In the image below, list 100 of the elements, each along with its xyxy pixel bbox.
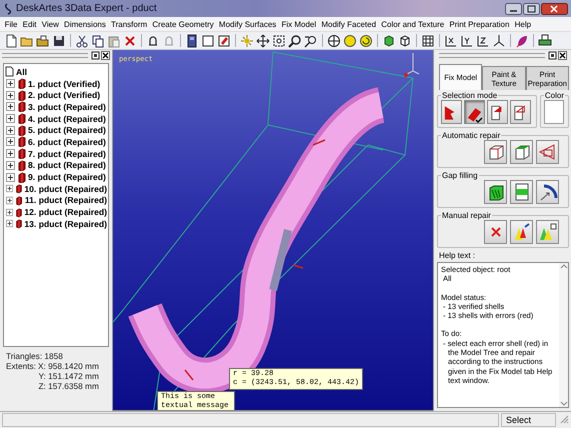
- circle-icon: [343, 34, 357, 48]
- toolbar-button[interactable]: [271, 32, 287, 48]
- toolbar-button[interactable]: [537, 32, 553, 48]
- maximize-icon: [523, 2, 540, 14]
- menu-item[interactable]: Dimensions: [61, 20, 108, 28]
- toolbar-button[interactable]: [420, 32, 436, 48]
- selection-mode-button[interactable]: [487, 100, 508, 124]
- shell-icon: [17, 148, 26, 160]
- tree-item[interactable]: 10. pduct (Repaired): [24, 184, 107, 194]
- menu-item[interactable]: Fix Model: [278, 20, 319, 28]
- scrollbar[interactable]: [559, 263, 568, 407]
- repair-button[interactable]: [510, 140, 533, 164]
- shell-icon: [17, 160, 26, 171]
- tree-item[interactable]: 8. pduct (Repaired): [28, 160, 106, 170]
- window-title: DeskArtes 3Data Expert - pduct: [16, 3, 158, 14]
- move-icon: [256, 34, 270, 48]
- toolbar-button[interactable]: [326, 32, 342, 48]
- axes-icon: [492, 34, 506, 48]
- color-swatch[interactable]: [544, 100, 564, 124]
- group-title: Automatic repair: [441, 131, 502, 140]
- shell-icon: [17, 124, 26, 136]
- save-icon: [52, 34, 66, 48]
- group-title: Color: [544, 91, 565, 100]
- minimize-icon: [505, 2, 522, 14]
- x-axis-icon: [444, 34, 458, 48]
- menu-item[interactable]: File: [2, 20, 20, 28]
- copy-icon: [91, 34, 105, 48]
- y-axis-icon: [460, 34, 474, 48]
- new-file-icon: [4, 34, 18, 48]
- tree-item[interactable]: 4. pduct (Repaired): [28, 114, 106, 124]
- menu-item[interactable]: View: [39, 20, 62, 28]
- status-mode: Select: [501, 413, 556, 427]
- toolbar-button[interactable]: [35, 32, 51, 48]
- delete-icon: [123, 34, 137, 48]
- magnifier-icon: [288, 34, 302, 48]
- toolbar-button[interactable]: [90, 32, 106, 48]
- app-icon: [3, 2, 13, 16]
- cones-icon: [538, 222, 558, 242]
- tree-item[interactable]: 3. pduct (Repaired): [28, 102, 106, 112]
- plane-icon: [538, 142, 558, 162]
- shell-icon: [17, 113, 26, 124]
- toolbar-button[interactable]: [358, 32, 374, 48]
- extents-label: Extents:: [6, 361, 36, 373]
- tree-item[interactable]: 13. pduct (Repaired): [24, 218, 107, 229]
- toolbar-button[interactable]: [342, 32, 358, 48]
- toolbar-button[interactable]: [200, 32, 216, 48]
- selection-mode-button[interactable]: [464, 100, 485, 124]
- repair-button[interactable]: [484, 220, 507, 244]
- shell-icon: [17, 90, 26, 101]
- shell-icon: [17, 78, 26, 90]
- shell-icon: [17, 101, 26, 112]
- zoom-arrow-icon: [304, 34, 318, 48]
- tree-item[interactable]: 12. pduct (Repaired): [24, 207, 107, 218]
- menu-item[interactable]: Create Geometry: [150, 20, 216, 28]
- selection-mode-button[interactable]: [441, 100, 462, 124]
- scissors-icon: [75, 34, 89, 48]
- triangle-count: Triangles: 1858: [6, 351, 64, 361]
- pin-icon: [548, 51, 557, 60]
- toolbar-button[interactable]: [287, 32, 303, 48]
- help-label: Help text :: [439, 251, 476, 260]
- tree-item[interactable]: 6. pduct (Repaired): [28, 136, 106, 147]
- tree-item[interactable]: 5. pduct (Repaired): [28, 125, 106, 136]
- menu-item[interactable]: Help: [512, 20, 534, 28]
- printer-icon: [538, 34, 552, 48]
- tree-item[interactable]: 7. pduct (Repaired): [28, 148, 106, 159]
- leaf-icon: [515, 34, 529, 48]
- grid-icon: [421, 34, 435, 48]
- extent-value: Y: 151.1472 mm: [38, 371, 99, 381]
- menu-item[interactable]: Print Preparation: [446, 20, 512, 28]
- toolbar-button[interactable]: [255, 32, 271, 48]
- repair-button[interactable]: [536, 140, 559, 164]
- redo-icon: [162, 34, 176, 48]
- toolbar-button[interactable]: [491, 32, 507, 48]
- tree-item[interactable]: 1. pduct (Verified): [28, 78, 100, 89]
- repair-button[interactable]: [484, 140, 507, 164]
- light-icon: [240, 34, 254, 48]
- menu-item[interactable]: Color and Texture: [378, 20, 447, 28]
- tree-item[interactable]: 9. pduct (Repaired): [28, 172, 106, 182]
- extent-value: X: 958.1420 mm: [38, 361, 99, 371]
- resize-grip-icon: [558, 413, 569, 424]
- zoom-box-icon: [272, 34, 286, 48]
- rotate-icon: [359, 34, 373, 48]
- repair-button[interactable]: [536, 220, 559, 244]
- repair-button[interactable]: [510, 220, 533, 244]
- repair-button[interactable]: [484, 180, 507, 204]
- repair-button[interactable]: [510, 180, 533, 204]
- close-icon: [101, 51, 110, 60]
- close-icon: [558, 51, 567, 60]
- menu-item[interactable]: Modify Faceted: [318, 20, 379, 28]
- menu-item[interactable]: Modify Surfaces: [216, 20, 279, 28]
- group-title: Gap filling: [441, 171, 479, 180]
- tree-item[interactable]: All: [16, 66, 27, 77]
- tree-item[interactable]: 11. pduct (Repaired): [24, 195, 107, 206]
- tree-item[interactable]: 2. pduct (Verified): [28, 90, 100, 100]
- window-icon: [201, 34, 215, 48]
- menu-item[interactable]: Transform: [108, 20, 150, 28]
- selection-mode-button[interactable]: [510, 100, 531, 124]
- repair-button[interactable]: [536, 180, 559, 204]
- close-icon: [541, 2, 568, 14]
- menu-item[interactable]: Edit: [20, 20, 40, 28]
